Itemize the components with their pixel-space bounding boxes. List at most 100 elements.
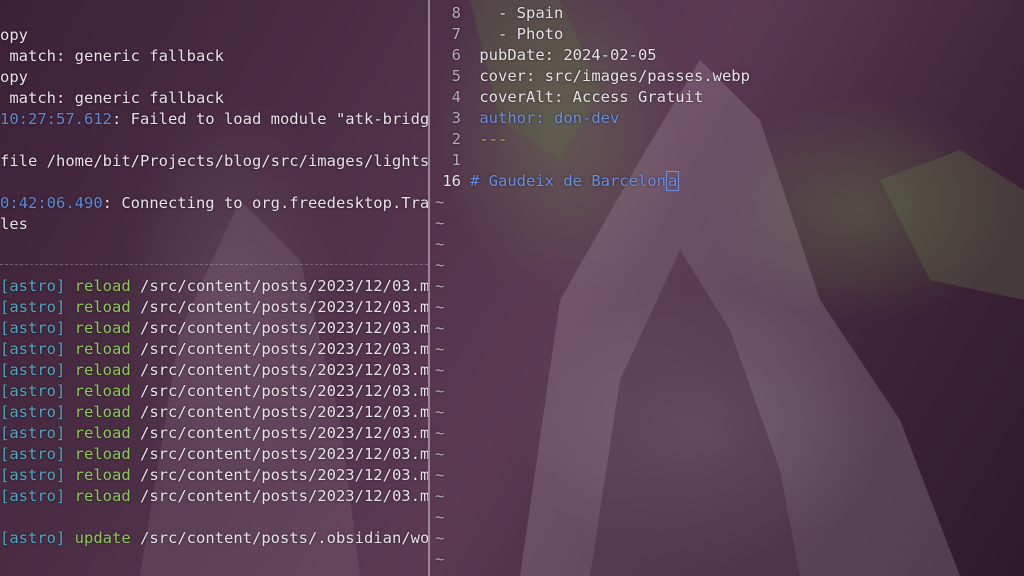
log-tag: [astro] <box>0 466 66 484</box>
log-line: [astro] reload /src/content/posts/2023/1… <box>0 360 428 381</box>
timestamp: 0:42:06.490 <box>0 194 103 212</box>
editor-line: 5 cover: src/images/passes.webp <box>431 66 750 87</box>
log-tag: [astro] <box>0 277 66 295</box>
log-tag: [astro] <box>0 487 66 505</box>
empty-line-marker: ~ <box>435 445 445 463</box>
text-cursor[interactable]: a <box>665 171 680 191</box>
line-number: 4 <box>451 88 461 106</box>
empty-line-marker: ~ <box>435 550 445 568</box>
editor-line-text: - Photo <box>470 25 564 43</box>
line-number-current: 16 <box>442 172 461 190</box>
log-tag: [astro] <box>0 319 66 337</box>
editor-line: 8 - Spain <box>431 3 564 24</box>
empty-line-marker: ~ <box>435 298 445 316</box>
log-path: /src/content/posts/2023/12/03.md <box>130 424 428 442</box>
log-path: /src/content/posts/2023/12/03.md <box>130 298 428 316</box>
log-action: reload <box>74 298 131 316</box>
terminal-text: file /home/bit/Projects/blog/src/images/… <box>0 152 428 170</box>
log-tag: [astro] <box>0 361 66 379</box>
empty-line-marker: ~ <box>435 508 445 526</box>
terminal-text: opy <box>0 68 28 86</box>
empty-line-marker: ~ <box>435 319 445 337</box>
empty-line-marker: ~ <box>435 424 445 442</box>
editor-line-text: - Spain <box>470 4 564 22</box>
heading-text: # Gaudeix de Barcelon <box>470 172 666 190</box>
log-tag: [astro] <box>0 382 66 400</box>
terminal-text: opy <box>0 26 28 44</box>
empty-line-marker: ~ <box>435 193 445 211</box>
empty-line-marker: ~ <box>435 214 445 232</box>
log-path: /src/content/posts/2023/12/03.md <box>130 445 428 463</box>
editor-line: 1 <box>431 150 479 171</box>
editor-line: 3 author: don-dev <box>431 108 620 129</box>
empty-line-marker: ~ <box>435 403 445 421</box>
log-tag: [astro] <box>0 340 66 358</box>
log-action: reload <box>74 277 131 295</box>
log-tag: [astro] <box>0 298 66 316</box>
log-line: [astro] reload /src/content/posts/2023/1… <box>0 339 428 360</box>
terminal-line: file /home/bit/Projects/blog/src/images/… <box>0 151 428 172</box>
log-tag: [astro] <box>0 424 66 442</box>
empty-line-marker: ~ <box>435 235 445 253</box>
log-path: /src/content/posts/2023/12/03.md <box>130 382 428 400</box>
log-action: reload <box>74 466 131 484</box>
empty-line-marker: ~ <box>435 277 445 295</box>
editor-line-text: --- <box>470 130 508 148</box>
terminal-text: les <box>0 215 28 233</box>
editor-line-text: author: don-dev <box>470 109 620 127</box>
empty-line-marker: ~ <box>435 487 445 505</box>
log-line: [astro] reload /src/content/posts/2023/1… <box>0 486 428 507</box>
timestamp: 10:27:57.612 <box>0 110 112 128</box>
editor-line: 7 - Photo <box>431 24 564 45</box>
log-path: /src/content/posts/2023/12/03.md <box>130 487 428 505</box>
editor-current-line[interactable]: 16 # Gaudeix de Barcelon a <box>431 171 680 192</box>
empty-line-marker: ~ <box>431 570 444 576</box>
line-number: 2 <box>451 130 461 148</box>
log-line: [astro] reload /src/content/posts/2023/1… <box>0 318 428 339</box>
log-line: [astro] reload /src/content/posts/2023/1… <box>0 297 428 318</box>
log-path: /src/content/posts/2023/12/03.md <box>130 319 428 337</box>
log-tag: [astro] <box>0 445 66 463</box>
log-line: [astro] reload /src/content/posts/2023/1… <box>0 402 428 423</box>
terminal-line: opy <box>0 25 28 46</box>
log-line: [astro] reload /src/content/posts/2023/1… <box>0 276 428 297</box>
editor-line: 6 pubDate: 2024-02-05 <box>431 45 657 66</box>
log-path: /src/content/posts/2023/12/03.md <box>130 466 428 484</box>
editor-pane-right[interactable]: 8 - Spain 7 - Photo 6 pubDate: 2024-02-05 5… <box>431 0 1024 576</box>
log-action: reload <box>74 382 131 400</box>
terminal-pane-left[interactable]: opy match: generic fallback opy match: ge… <box>0 0 428 576</box>
terminal-text: : Failed to load module "atk-bridge <box>111 110 428 128</box>
empty-line-marker: ~ <box>435 361 445 379</box>
log-line: [astro] reload /src/content/posts/2023/1… <box>0 423 428 444</box>
terminal-line: 10:27:57.612: Failed to load module "atk… <box>0 109 428 130</box>
log-action: reload <box>74 340 131 358</box>
empty-line-marker: ~ <box>435 256 445 274</box>
log-action: update <box>74 529 131 547</box>
editor-line-text: coverAlt: Access Gratuit <box>470 88 704 106</box>
terminal-line: les <box>0 214 28 235</box>
pane-divider-horizontal[interactable] <box>0 264 428 265</box>
terminal-line: match: generic fallback <box>0 46 224 67</box>
log-path: /src/content/posts/2023/12/03.md <box>130 277 428 295</box>
log-action: reload <box>74 487 131 505</box>
line-number: 1 <box>451 151 461 169</box>
log-action: reload <box>74 403 131 421</box>
log-action: reload <box>74 424 131 442</box>
empty-line-marker: ~ <box>435 529 445 547</box>
pane-divider-vertical[interactable] <box>428 0 430 576</box>
editor-line-text: pubDate: 2024-02-05 <box>470 46 657 64</box>
log-tag: [astro] <box>0 403 66 421</box>
terminal-text: match: generic fallback <box>0 89 224 107</box>
editor-line-text: cover: src/images/passes.webp <box>470 67 750 85</box>
editor-line: 4 coverAlt: Access Gratuit <box>431 87 704 108</box>
line-number: 8 <box>451 4 461 22</box>
log-path: /src/content/posts/2023/12/03.md <box>130 403 428 421</box>
log-path: /src/content/posts/.obsidian/work <box>130 529 428 547</box>
log-line: [astro] reload /src/content/posts/2023/1… <box>0 465 428 486</box>
line-number: 7 <box>451 25 461 43</box>
empty-line-marker: ~ <box>435 340 445 358</box>
log-tag: [astro] <box>0 529 66 547</box>
terminal-text: match: generic fallback <box>0 47 224 65</box>
line-number: 5 <box>451 67 461 85</box>
log-line: [astro] update /src/content/posts/.obsid… <box>0 528 428 549</box>
